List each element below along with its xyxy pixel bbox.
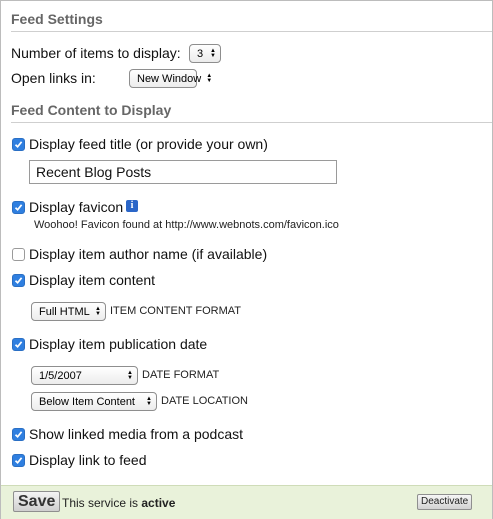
open-links-label: Open links in: xyxy=(11,70,96,86)
service-status-value: active xyxy=(141,496,176,510)
item-content-format-value: Full HTML xyxy=(39,305,90,318)
date-location-value: Below Item Content xyxy=(39,395,135,408)
feed-title-input[interactable] xyxy=(29,160,337,184)
pub-date-label: Display item publication date xyxy=(29,336,208,352)
display-favicon-label: Display favicon xyxy=(29,199,124,215)
author-label: Display item author name (if available) xyxy=(29,246,268,262)
display-title-checkbox[interactable] xyxy=(12,138,25,151)
feed-settings-heading: Feed Settings xyxy=(11,11,103,27)
pub-date-checkbox[interactable] xyxy=(12,338,25,351)
display-favicon-checkbox[interactable] xyxy=(12,201,25,214)
podcast-checkbox[interactable] xyxy=(12,428,25,441)
stepper-arrows-icon: ▲ ▼ xyxy=(206,72,213,84)
date-format-value: 1/5/2007 xyxy=(39,369,82,382)
podcast-label: Show linked media from a podcast xyxy=(29,426,243,442)
favicon-found-note: Woohoo! Favicon found at http://www.webn… xyxy=(34,219,339,231)
date-format-select[interactable]: 1/5/2007 ▲ ▼ xyxy=(31,366,138,385)
items-count-select[interactable]: 3 ▲ ▼ xyxy=(189,44,221,63)
item-content-checkbox[interactable] xyxy=(12,274,25,287)
items-count-value: 3 xyxy=(197,47,204,60)
deactivate-button[interactable]: Deactivate xyxy=(417,494,473,510)
display-title-label: Display feed title (or provide your own) xyxy=(29,136,268,152)
save-button[interactable]: Save xyxy=(13,491,61,512)
feed-settings-panel: Feed Settings Number of items to display… xyxy=(0,0,493,519)
item-content-format-select[interactable]: Full HTML ▲ ▼ xyxy=(31,302,106,321)
item-content-format-caption: ITEM CONTENT FORMAT xyxy=(110,305,241,317)
checkmark-icon xyxy=(14,457,23,465)
link-to-feed-label: Display link to feed xyxy=(29,452,147,468)
stepper-arrows-icon: ▲ ▼ xyxy=(210,47,216,59)
info-icon[interactable]: i xyxy=(126,200,138,212)
date-location-caption: DATE LOCATION xyxy=(161,395,248,407)
stepper-arrows-icon: ▲ ▼ xyxy=(146,395,152,407)
checkmark-icon xyxy=(14,141,23,149)
checkmark-icon xyxy=(14,204,23,212)
author-checkbox[interactable] xyxy=(12,248,25,261)
date-location-select[interactable]: Below Item Content ▲ ▼ xyxy=(31,392,157,411)
link-to-feed-checkbox[interactable] xyxy=(12,454,25,467)
open-links-value: New Window xyxy=(137,72,202,85)
checkmark-icon xyxy=(14,277,23,285)
divider xyxy=(11,31,492,32)
open-links-select[interactable]: New Window ▲ ▼ xyxy=(129,69,212,88)
footer-bar: Save This service is active Deactivate xyxy=(1,485,492,519)
stepper-arrows-icon: ▲ ▼ xyxy=(127,369,133,381)
checkmark-icon xyxy=(14,341,23,349)
divider xyxy=(11,122,492,123)
feed-content-heading: Feed Content to Display xyxy=(11,102,172,118)
service-status-prefix: This service is xyxy=(62,496,139,510)
date-format-caption: DATE FORMAT xyxy=(142,369,220,381)
items-count-label: Number of items to display: xyxy=(11,45,181,61)
service-status: This service is active xyxy=(62,496,175,510)
stepper-arrows-icon: ▲ ▼ xyxy=(95,305,101,317)
checkmark-icon xyxy=(14,431,23,439)
item-content-label: Display item content xyxy=(29,272,156,288)
